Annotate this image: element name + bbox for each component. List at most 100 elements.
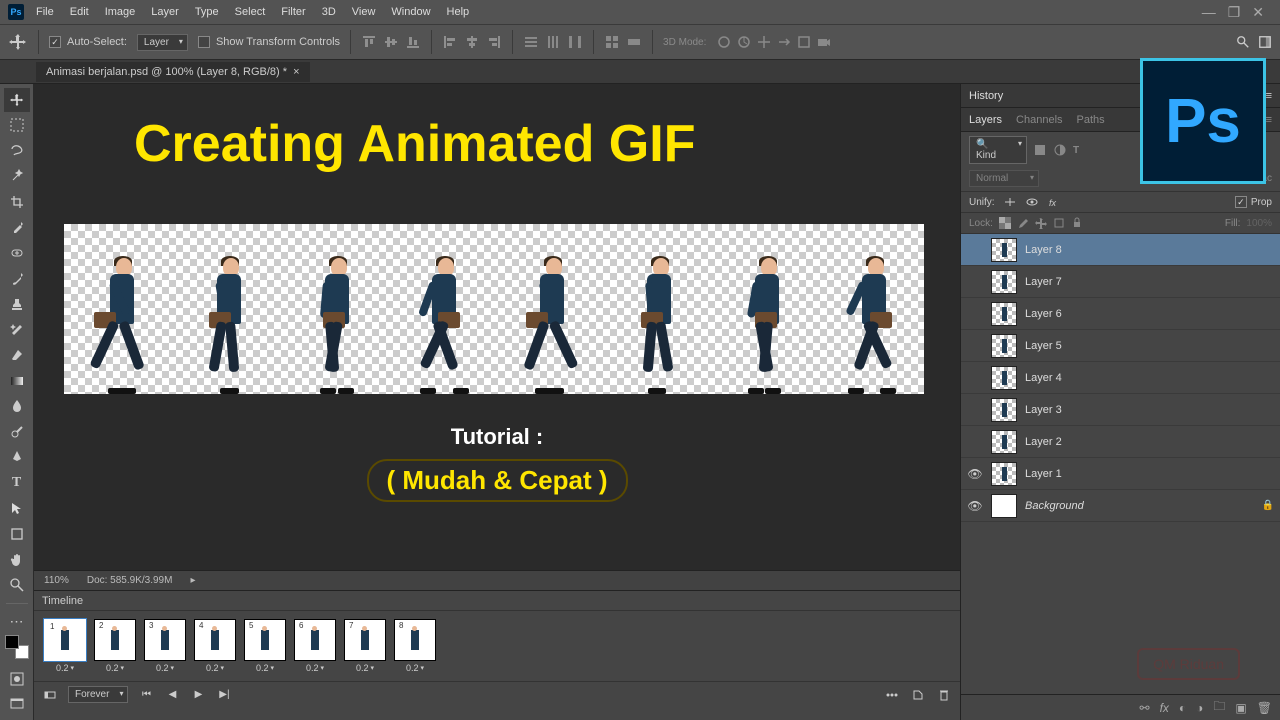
eyedropper-tool[interactable] [4,216,30,240]
3d-scale-icon[interactable] [796,34,812,50]
distribute-v-icon[interactable] [545,34,561,50]
filter-type-icon[interactable]: T [1073,145,1079,156]
new-frame-button[interactable] [910,687,926,703]
menu-filter[interactable]: Filter [273,2,313,22]
auto-select-checkbox[interactable]: Auto-Select: [49,36,127,48]
layer-mask-icon[interactable]: ◐ [1179,701,1186,715]
timeline-frame[interactable]: 10.2 [44,619,86,673]
panel-menu-icon[interactable]: ≡ [1266,114,1272,126]
minimize-button[interactable]: — [1202,4,1216,21]
new-fill-icon[interactable]: ◑ [1196,701,1203,715]
shape-tool[interactable] [4,522,30,546]
menu-layer[interactable]: Layer [143,2,187,22]
timeline-frame[interactable]: 60.2 [294,619,336,673]
auto-align2-icon[interactable] [626,34,642,50]
propagate-checkbox[interactable]: Prop [1235,196,1272,208]
edit-toolbar-icon[interactable]: ⋯ [4,610,30,634]
play-button[interactable]: ▶ [190,687,206,703]
timeline-frame[interactable]: 70.2 [344,619,386,673]
new-layer-icon[interactable]: ▣ [1235,701,1246,715]
layer-item[interactable]: Layer 4 [961,362,1280,394]
menu-window[interactable]: Window [383,2,438,22]
align-bottom-icon[interactable] [405,34,421,50]
3d-orbit-icon[interactable] [716,34,732,50]
crop-tool[interactable] [4,190,30,214]
layer-fx-icon[interactable]: fx [1160,701,1169,715]
visibility-toggle[interactable]: 👁 [967,499,983,513]
align-left-icon[interactable] [442,34,458,50]
layer-item[interactable]: Layer 3 [961,394,1280,426]
align-vcenter-icon[interactable] [383,34,399,50]
lock-artboard-icon[interactable] [1053,217,1065,229]
timeline-frame[interactable]: 40.2 [194,619,236,673]
new-group-icon[interactable]: 🗀 [1213,697,1225,718]
filter-kind-dropdown[interactable]: 🔍Kind [969,136,1027,164]
unify-position-icon[interactable] [1003,196,1017,208]
timeline-frame[interactable]: 80.2 [394,619,436,673]
unify-style-icon[interactable]: fx [1047,196,1061,208]
move-tool[interactable] [4,88,30,112]
distribute-icon[interactable] [523,34,539,50]
tab-layers[interactable]: Layers [969,114,1002,126]
history-brush-tool[interactable] [4,318,30,342]
zoom-tool[interactable] [4,573,30,597]
filter-pixel-icon[interactable] [1033,143,1047,157]
path-select-tool[interactable] [4,497,30,521]
tab-paths[interactable]: Paths [1077,114,1105,126]
align-top-icon[interactable] [361,34,377,50]
gradient-tool[interactable] [4,369,30,393]
layer-item[interactable]: Layer 7 [961,266,1280,298]
lasso-tool[interactable] [4,139,30,163]
layer-item[interactable]: Layer 6 [961,298,1280,330]
unify-visibility-icon[interactable] [1025,196,1039,208]
stamp-tool[interactable] [4,292,30,316]
blend-mode-dropdown[interactable]: Normal [969,170,1039,187]
tween-button[interactable] [884,687,900,703]
status-arrow-icon[interactable]: ▸ [190,575,195,586]
delete-layer-icon[interactable]: 🗑 [1257,701,1272,715]
screen-mode-icon[interactable] [4,693,30,717]
menu-3d[interactable]: 3D [314,2,344,22]
3d-camera-icon[interactable] [816,34,832,50]
zoom-level[interactable]: 110% [44,575,69,586]
filter-adjust-icon[interactable] [1053,143,1067,157]
auto-align-icon[interactable] [604,34,620,50]
marquee-tool[interactable] [4,114,30,138]
layer-item[interactable]: Layer 8 [961,234,1280,266]
3d-pan-icon[interactable] [756,34,772,50]
document-tab[interactable]: Animasi berjalan.psd @ 100% (Layer 8, RG… [36,62,310,82]
menu-file[interactable]: File [28,2,62,22]
magic-wand-tool[interactable] [4,165,30,189]
show-transform-checkbox[interactable]: Show Transform Controls [198,36,340,48]
timeline-frame[interactable]: 30.2 [144,619,186,673]
type-tool[interactable]: T [4,471,30,495]
pen-tool[interactable] [4,446,30,470]
align-hcenter-icon[interactable] [464,34,480,50]
lock-all-icon[interactable] [1071,217,1083,229]
quick-mask-icon[interactable] [4,667,30,691]
close-button[interactable]: ✕ [1252,4,1264,21]
color-swatches[interactable] [5,635,29,659]
timeline-convert-icon[interactable] [42,687,58,703]
timeline-frame[interactable]: 50.2 [244,619,286,673]
tab-channels[interactable]: Channels [1016,114,1062,126]
dodge-tool[interactable] [4,420,30,444]
visibility-toggle[interactable]: 👁 [967,467,983,481]
menu-image[interactable]: Image [97,2,144,22]
canvas[interactable]: Creating Animated GIF [34,84,960,570]
healing-tool[interactable] [4,241,30,265]
delete-frame-button[interactable] [936,687,952,703]
menu-help[interactable]: Help [439,2,478,22]
lock-position-icon[interactable] [1035,217,1047,229]
3d-slide-icon[interactable] [776,34,792,50]
lock-pixels-icon[interactable] [1017,217,1029,229]
lock-transparent-icon[interactable] [999,217,1011,229]
workspace-switcher-icon[interactable] [1258,35,1272,49]
menu-type[interactable]: Type [187,2,227,22]
distribute-h-icon[interactable] [567,34,583,50]
prev-frame-button[interactable]: ◀ [164,687,180,703]
menu-select[interactable]: Select [227,2,274,22]
layer-item[interactable]: 👁 Background 🔒 [961,490,1280,522]
auto-select-target-dropdown[interactable]: Layer [137,34,188,51]
first-frame-button[interactable]: ⏮ [138,687,154,703]
